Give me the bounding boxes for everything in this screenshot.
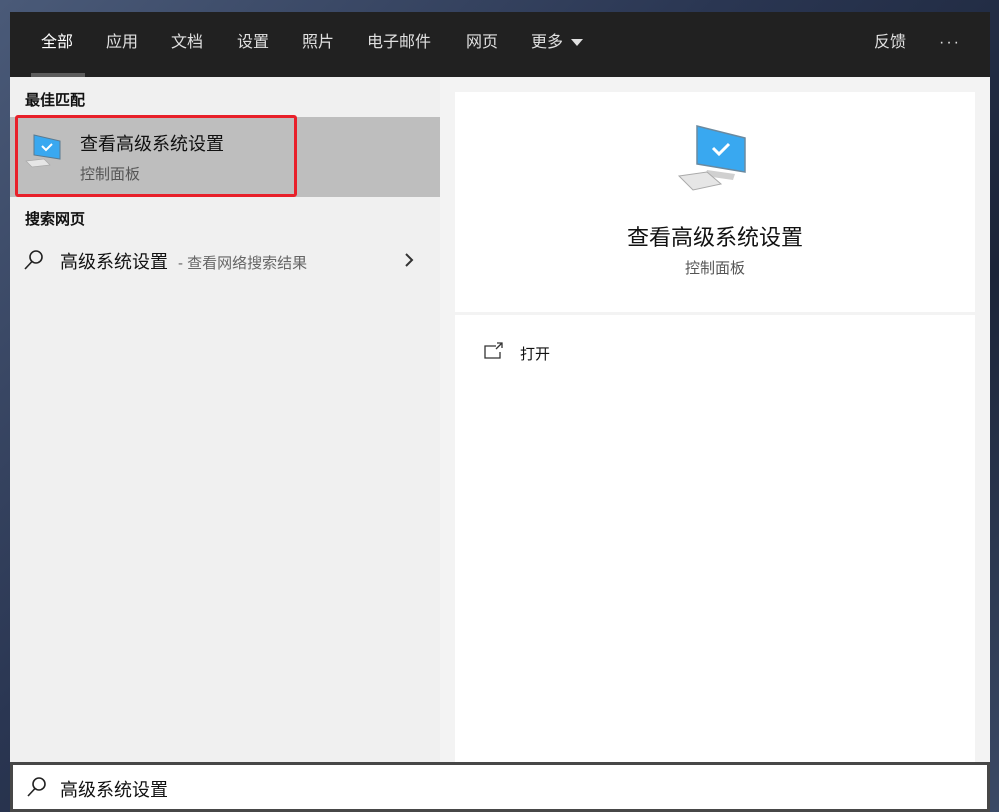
tab-more[interactable]: 更多 — [531, 12, 584, 77]
chevron-down-icon — [571, 39, 584, 47]
tab-email[interactable]: 电子邮件 — [367, 12, 431, 77]
web-query: 高级系统设置 — [60, 252, 168, 272]
web-query-suffix: - 查看网络搜索结果 — [178, 255, 308, 272]
open-action[interactable]: 打开 — [455, 333, 975, 373]
chevron-right-icon[interactable] — [403, 252, 415, 268]
search-input[interactable]: 高级系统设置 — [60, 776, 168, 802]
feedback-button[interactable]: 反馈 — [874, 12, 906, 77]
search-icon — [24, 250, 43, 270]
tab-documents[interactable]: 文档 — [171, 12, 203, 77]
open-icon — [484, 342, 503, 359]
tab-web[interactable]: 网页 — [466, 12, 498, 77]
tab-apps[interactable]: 应用 — [106, 12, 138, 77]
actions-card: 打开 — [455, 315, 975, 762]
results-panel: 最佳匹配 查看高级系统设置 控制面板 搜索网页 高级系统设置 - 查看网络搜索结… — [10, 77, 440, 762]
computer-icon — [677, 125, 746, 191]
search-icon — [27, 777, 46, 797]
best-match-heading: 最佳匹配 — [25, 92, 86, 109]
web-search-item[interactable]: 高级系统设置 - 查看网络搜索结果 — [10, 240, 440, 280]
highlight-annotation — [15, 115, 297, 197]
tab-settings[interactable]: 设置 — [237, 12, 269, 77]
preview-card: 查看高级系统设置 控制面板 — [455, 92, 975, 312]
web-search-heading: 搜索网页 — [25, 211, 86, 228]
preview-subtitle: 控制面板 — [684, 260, 745, 277]
tab-all[interactable]: 全部 — [30, 12, 86, 77]
search-window: 全部 应用 文档 设置 照片 电子邮件 网页 更多 反馈 ··· 最佳匹配 查看… — [10, 12, 990, 812]
tab-photos[interactable]: 照片 — [302, 12, 334, 77]
tab-more-label: 更多 — [531, 34, 564, 51]
header-bar: 全部 应用 文档 设置 照片 电子邮件 网页 更多 反馈 ··· — [10, 12, 990, 77]
more-options-button[interactable]: ··· — [939, 12, 961, 77]
preview-panel: 查看高级系统设置 控制面板 打开 — [440, 77, 990, 762]
search-box[interactable]: 高级系统设置 — [10, 762, 990, 812]
preview-title: 查看高级系统设置 — [626, 225, 803, 250]
open-label: 打开 — [520, 346, 551, 363]
